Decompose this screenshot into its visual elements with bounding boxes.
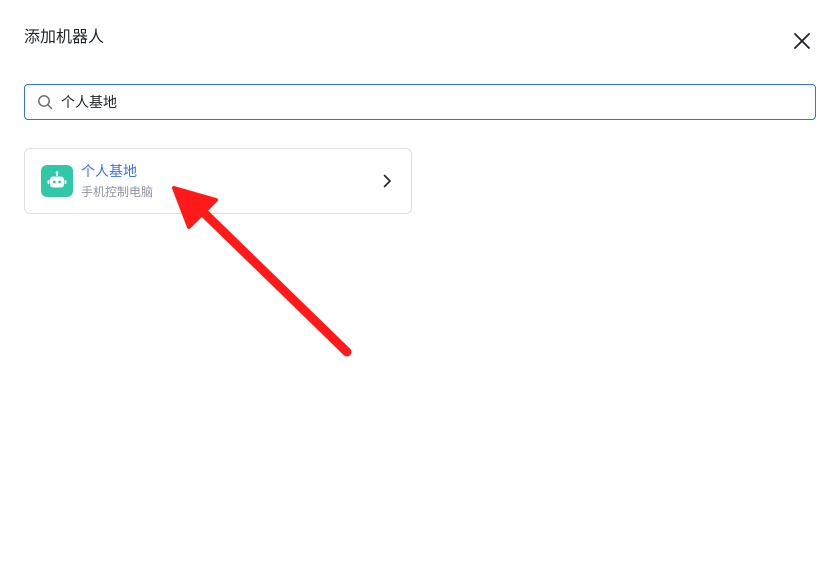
search-icon <box>37 94 53 110</box>
chevron-right-icon <box>379 173 395 189</box>
robot-icon <box>47 171 67 188</box>
dialog-title: 添加机器人 <box>24 27 105 46</box>
bot-result-item[interactable]: 个人基地 手机控制电脑 <box>24 148 412 214</box>
bot-name: 个人基地 <box>81 164 137 180</box>
close-button[interactable] <box>788 27 816 55</box>
search-box[interactable] <box>24 84 816 120</box>
close-icon <box>794 33 810 49</box>
search-input[interactable] <box>61 87 815 117</box>
bot-description: 手机控制电脑 <box>81 185 154 199</box>
bot-avatar <box>41 165 73 197</box>
add-bot-dialog: 添加机器人 个人基地 手机控制电脑 <box>0 0 840 580</box>
